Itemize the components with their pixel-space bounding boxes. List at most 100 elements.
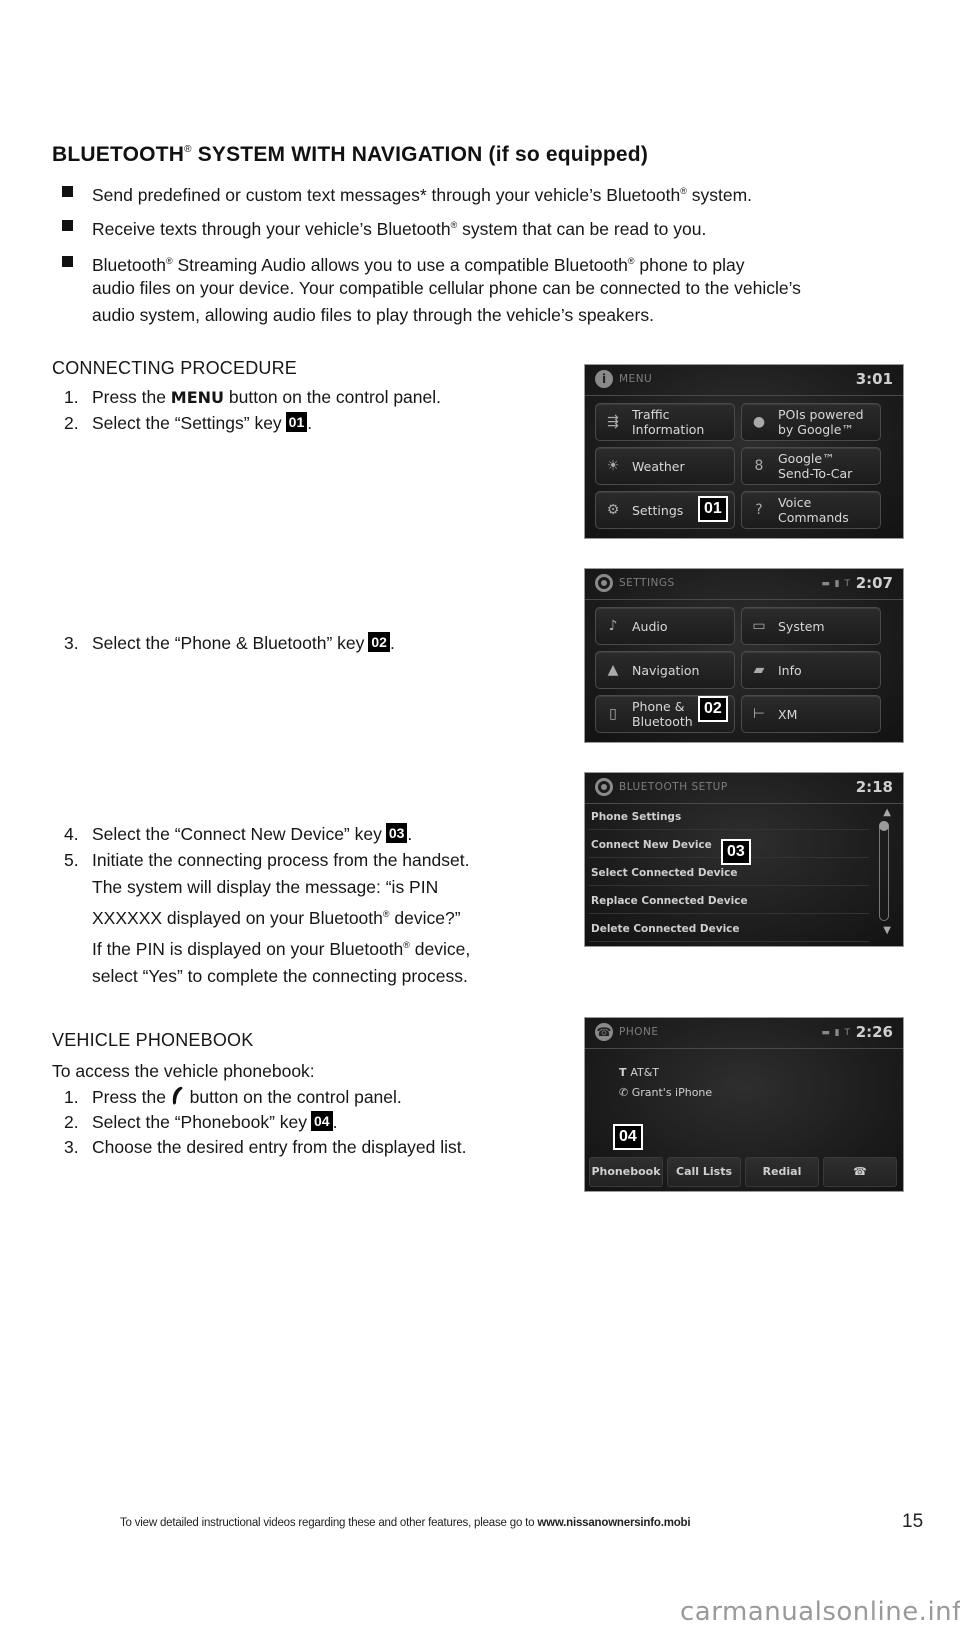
tile-label: XM (778, 707, 798, 722)
period: . (389, 633, 395, 653)
list-item-replace-connected-device[interactable]: Replace Connected Device (589, 889, 869, 914)
scrollbar[interactable] (879, 821, 889, 921)
phonebook-button[interactable]: Phonebook (589, 1157, 663, 1187)
call-button[interactable]: ☎ (823, 1157, 897, 1187)
bullet-square-icon (62, 186, 73, 197)
step-text: Press the (92, 387, 171, 407)
registered-mark: ® (627, 256, 635, 266)
list-item-delete-connected-device[interactable]: Delete Connected Device (589, 917, 869, 942)
registered-mark: ® (680, 186, 687, 196)
weather-key[interactable]: ☀ Weather (595, 447, 735, 485)
step-text: select “Yes” to complete the connecting … (92, 966, 468, 986)
scroll-down-arrow-icon[interactable]: ▼ (883, 925, 891, 936)
tile-label: Navigation (632, 663, 700, 678)
carrier-row: T AT&T (619, 1066, 659, 1079)
screen-title: MENU (619, 373, 653, 385)
step-1: 1. Press the MENU button on the control p… (64, 384, 441, 411)
step-text: If the PIN is displayed on your Bluetoot… (92, 939, 471, 959)
clock: 2:07 (855, 574, 893, 592)
tile-label: Phone & Bluetooth (632, 699, 693, 729)
xm-key[interactable]: ⊢ XM (741, 695, 881, 733)
period: . (332, 1112, 338, 1132)
audio-key[interactable]: ♪ Audio (595, 607, 735, 645)
bullet-text: audio files on your device. Your compati… (92, 278, 801, 298)
step-text: button on the control panel. (184, 1087, 402, 1107)
step-3: 3. Select the “Phone & Bluetooth” key 02. (64, 630, 395, 657)
voice-commands-icon: ? (755, 502, 763, 518)
list-item-phone-settings[interactable]: Phone Settings (589, 805, 869, 830)
google-send-icon: 8 (754, 458, 764, 474)
tile-label: Weather (632, 459, 685, 474)
heading-suffix: SYSTEM WITH NAVIGATION (if so equipped) (191, 143, 649, 166)
scroll-up-arrow-icon[interactable]: ▲ (883, 807, 891, 818)
step-text: Initiate the connecting process from the… (92, 850, 470, 870)
bullet-square-icon (62, 256, 73, 267)
navigation-key[interactable]: ▲ Navigation (595, 651, 735, 689)
callout-badge: 01 (285, 412, 308, 432)
step-number: 1. (64, 1087, 79, 1107)
registered-mark: ® (382, 909, 390, 919)
clock: 2:26 (855, 1023, 893, 1041)
step-text: button on the control panel. (224, 387, 441, 407)
step-number: 3. (64, 1137, 79, 1157)
phonebook-step-3: 3. Choose the desired entry from the disp… (64, 1134, 467, 1161)
signal-antenna-icon: T (619, 1066, 631, 1079)
mobile-phone-icon: ▯ (609, 706, 617, 722)
registered-mark: ® (165, 256, 173, 266)
carrier-name: AT&T (630, 1066, 660, 1079)
system-key[interactable]: ▭ System (741, 607, 881, 645)
step-text: Select the “Phonebook” key (92, 1112, 307, 1132)
bullet-text: audio system, allowing audio files to pl… (92, 305, 654, 325)
step-text: Press the (92, 1087, 171, 1107)
footer-note: To view detailed instructional videos re… (120, 1517, 691, 1529)
watermark: carmanualsonline.info (680, 1597, 960, 1627)
callout-04: 04 (613, 1124, 643, 1150)
status-icons: ▬ ▮ T (821, 1028, 851, 1038)
step-text: XXXXXX displayed on your Bluetooth® devi… (92, 908, 461, 928)
redial-button[interactable]: Redial (745, 1157, 819, 1187)
step-number: 5. (64, 850, 79, 870)
info-key[interactable]: ▰ Info (741, 651, 881, 689)
bullet-square-icon (62, 220, 73, 231)
clock: 2:18 (855, 778, 893, 796)
step-text: Choose the desired entry from the displa… (92, 1137, 467, 1157)
tile-label: Google™ Send-To-Car (778, 451, 853, 481)
step-text: Select the “Settings” key (92, 413, 282, 433)
settings-gear-icon: ⚙ (606, 502, 620, 518)
phone-handset-icon: ✆ (619, 1086, 632, 1099)
music-note-icon: ♪ (608, 618, 618, 634)
screen-title: PHONE (619, 1026, 659, 1038)
screen-title: BLUETOOTH SETUP (619, 781, 728, 793)
footer-link[interactable]: www.nissanownersinfo.mobi (537, 1517, 690, 1529)
period: . (307, 413, 313, 433)
call-lists-button[interactable]: Call Lists (667, 1157, 741, 1187)
phone-logo-icon: ☎ (595, 1023, 613, 1041)
tile-label: Settings (632, 503, 684, 518)
poi-pin-icon: ● (752, 414, 766, 430)
scrollbar-thumb[interactable] (879, 821, 889, 831)
traffic-information-key[interactable]: ⇶ Traffic Information (595, 403, 735, 441)
tile-label: Info (778, 663, 802, 678)
pois-key[interactable]: ● POIs powered by Google™ (741, 403, 881, 441)
registered-mark: ® (403, 940, 410, 950)
page-number: 15 (902, 1511, 924, 1532)
menu-button-label: MENU (170, 388, 225, 407)
navigation-arrow-icon: ▲ (607, 662, 619, 678)
settings-logo-icon (595, 778, 613, 796)
device-name: Grant's iPhone (631, 1086, 713, 1099)
section-title-phonebook: VEHICLE PHONEBOOK (52, 1030, 254, 1050)
tile-label: POIs powered by Google™ (778, 407, 864, 437)
period: . (407, 824, 413, 844)
section-title-connecting: CONNECTING PROCEDURE (52, 358, 298, 378)
screen-header: BLUETOOTH SETUP 2:18 (585, 773, 903, 804)
google-send-to-car-key[interactable]: 8 Google™ Send-To-Car (741, 447, 881, 485)
device-row: ✆ Grant's iPhone (619, 1086, 712, 1099)
step-number: 2. (64, 413, 79, 433)
voice-commands-key[interactable]: ? Voice Commands (741, 491, 881, 529)
traffic-icon: ⇶ (607, 414, 619, 430)
phonebook-intro: To access the vehicle phonebook: (52, 1061, 315, 1081)
step-text: Select the “Phone & Bluetooth” key (92, 633, 365, 653)
weather-icon: ☀ (606, 458, 620, 474)
step-text: The system will display the message: “is… (92, 877, 439, 897)
callout-03: 03 (721, 839, 751, 865)
